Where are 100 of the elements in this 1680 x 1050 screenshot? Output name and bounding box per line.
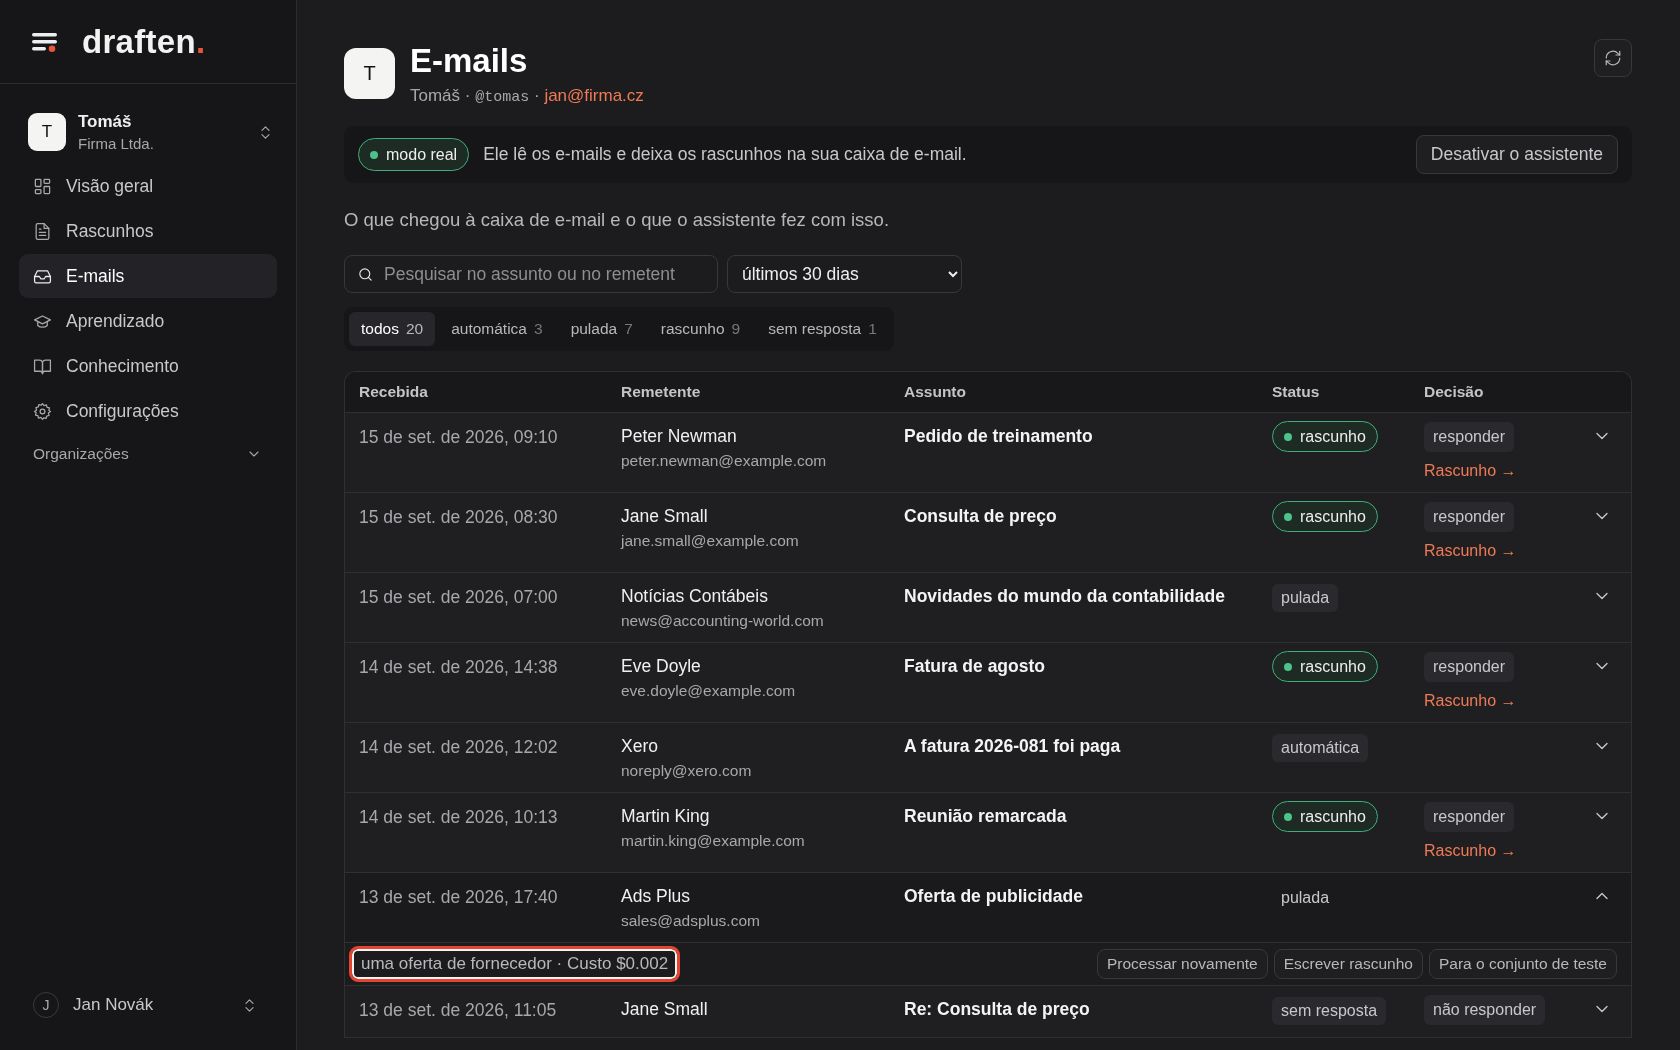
status-badge: pulada: [1272, 584, 1339, 612]
email-row[interactable]: 15 de set. de 2026, 09:10 Peter Newman peter.newman@example.com Pedido de treinamento rascunho responder Rascunho →: [345, 413, 1631, 493]
draft-link[interactable]: Rascunho →: [1424, 462, 1517, 480]
status-badge: rascunho: [1272, 801, 1378, 832]
action-button[interactable]: Para o conjunto de teste: [1428, 949, 1617, 979]
workspace-switcher[interactable]: T Tomáš Firma Ltda.: [26, 108, 276, 156]
search-icon: [357, 265, 374, 283]
received-date: 14 de set. de 2026, 10:13: [358, 806, 559, 828]
draft-link[interactable]: Rascunho →: [1424, 842, 1517, 860]
sender-name: Peter Newman: [621, 426, 738, 447]
filter-tab[interactable]: sem resposta 1: [756, 312, 889, 346]
received-date: 15 de set. de 2026, 08:30: [358, 506, 559, 528]
decision-badge: responder: [1424, 802, 1515, 832]
decision-badge: responder: [1424, 502, 1515, 532]
sender-email: eve.doyle@example.com: [621, 682, 797, 700]
email-subject: Consulta de preço: [904, 506, 1058, 527]
email-subject: Reunião remarcada: [904, 806, 1068, 827]
nav-item[interactable]: Conhecimento: [19, 344, 277, 388]
email-row[interactable]: 15 de set. de 2026, 07:00 Notícias Contábeis news@accounting-world.com Novidades do mundo da contabilidade pulada: [345, 573, 1631, 643]
column-header: Decisão: [1424, 383, 1485, 401]
email-row[interactable]: 14 de set. de 2026, 12:02 Xero noreply@xero.com A fatura 2026-081 foi paga automática: [345, 723, 1631, 793]
document-icon: [33, 221, 52, 241]
sender-name: Jane Small: [621, 999, 709, 1020]
sender-name: Eve Doyle: [621, 656, 702, 677]
refresh-icon: [1604, 49, 1622, 67]
received-date: 15 de set. de 2026, 07:00: [358, 586, 559, 608]
separator: ·: [533, 86, 540, 105]
search-field[interactable]: Pesquisar no assunto ou no remetent: [344, 255, 718, 293]
nav-item[interactable]: E-mails: [19, 254, 277, 298]
nav-item[interactable]: Visão geral: [19, 164, 277, 208]
email-row[interactable]: 13 de set. de 2026, 11:05 Jane Small Re: Consulta de preço sem resposta não responder: [345, 986, 1631, 1038]
column-header: Assunto: [904, 383, 967, 401]
page-title: E-mails: [410, 42, 529, 80]
filter-tab[interactable]: automática 3: [439, 312, 555, 346]
status-label: pulada: [1280, 888, 1331, 908]
status-badge: rascunho: [1272, 501, 1378, 532]
received-date: 13 de set. de 2026, 17:40: [358, 886, 559, 908]
column-header: Status: [1272, 383, 1321, 401]
email-subject: Re: Consulta de preço: [904, 999, 1091, 1020]
disable-assistant-button[interactable]: Desativar o assistente: [1415, 135, 1618, 174]
workspace-name: Tomáš: [78, 112, 133, 132]
sender-name: Martin King: [621, 806, 711, 827]
separator: ·: [464, 86, 471, 105]
account-avatar: T: [344, 48, 395, 99]
email-subject: Fatura de agosto: [904, 656, 1046, 677]
column-header: Recebida: [358, 383, 429, 401]
workspace-avatar: T: [28, 113, 66, 151]
decision-badge: não responder: [1424, 995, 1546, 1025]
grid-icon: [33, 176, 52, 196]
email-row[interactable]: 13 de set. de 2026, 17:40 Ads Plus sales@adsplus.com Oferta de publicidade pulada: [345, 873, 1631, 943]
period-select[interactable]: últimos 30 dias: [727, 255, 962, 293]
email-subject: Oferta de publicidade: [904, 886, 1084, 907]
mode-badge: modo real: [358, 138, 470, 171]
received-date: 14 de set. de 2026, 14:38: [358, 656, 559, 678]
status-badge: automática: [1272, 734, 1369, 762]
action-button[interactable]: Escrever rascunho: [1273, 949, 1423, 979]
email-row[interactable]: 15 de set. de 2026, 08:30 Jane Small jane.small@example.com Consulta de preço rascunho responder Rascunho →: [345, 493, 1631, 573]
account-name: Tomáš: [410, 86, 461, 105]
sender-email: martin.king@example.com: [621, 832, 806, 850]
sender-email: peter.newman@example.com: [621, 452, 828, 470]
status-badge: rascunho: [1272, 421, 1378, 452]
filter-tab[interactable]: rascunho 9: [648, 312, 753, 346]
detail-note: uma oferta de fornecedor · Custo $0.002: [352, 949, 678, 979]
decision-badge: responder: [1424, 652, 1515, 682]
app-logo: draften.: [82, 22, 206, 61]
logo-icon: [32, 31, 58, 52]
filter-tab[interactable]: todos 20: [349, 312, 436, 346]
sender-name: Jane Small: [621, 506, 709, 527]
email-subject: Novidades do mundo da contabilidade: [904, 586, 1226, 607]
email-subject: A fatura 2026-081 foi paga: [904, 736, 1122, 757]
email-subject: Pedido de treinamento: [904, 426, 1094, 447]
settings-icon: [33, 401, 52, 421]
draft-link[interactable]: Rascunho →: [1424, 692, 1517, 710]
received-date: 14 de set. de 2026, 12:02: [358, 736, 559, 758]
received-date: 15 de set. de 2026, 09:10: [358, 426, 559, 448]
sender-email: noreply@xero.com: [621, 762, 753, 780]
nav-item[interactable]: Rascunhos: [19, 209, 277, 253]
filter-tab[interactable]: pulada 7: [558, 312, 645, 346]
status-badge: sem resposta: [1272, 997, 1387, 1025]
email-row[interactable]: 14 de set. de 2026, 14:38 Eve Doyle eve.doyle@example.com Fatura de agosto rascunho responder Rascunho →: [345, 643, 1631, 723]
company-name: Firma Ltda.: [78, 135, 154, 152]
action-button[interactable]: Processar novamente: [1096, 949, 1268, 979]
refresh-button[interactable]: [1594, 39, 1632, 77]
sender-email: sales@adsplus.com: [621, 912, 761, 930]
nav-item[interactable]: Configurações: [19, 389, 277, 433]
banner-text: Ele lê os e-mails e deixa os rascunhos na sua caixa de e-mail.: [483, 144, 967, 165]
sender-name: Xero: [621, 736, 659, 757]
sender-email: news@accounting-world.com: [621, 612, 825, 630]
nav-item[interactable]: Aprendizado: [19, 299, 277, 343]
draft-link[interactable]: Rascunho →: [1424, 542, 1517, 560]
sender-name: Ads Plus: [621, 886, 692, 907]
status-badge: rascunho: [1272, 651, 1378, 682]
user-menu[interactable]: J Jan Novák: [33, 992, 258, 1018]
page-description: O que chegou à caixa de e-mail e o que o assistente fez com isso.: [344, 209, 891, 231]
section-label: Organizações: [33, 445, 129, 463]
account-handle: @tomas: [475, 89, 530, 106]
sender-email: jane.small@example.com: [621, 532, 800, 550]
account-email: jan@firma.cz: [544, 86, 644, 105]
received-date: 13 de set. de 2026, 11:05: [358, 999, 558, 1021]
column-header: Remetente: [621, 383, 702, 401]
